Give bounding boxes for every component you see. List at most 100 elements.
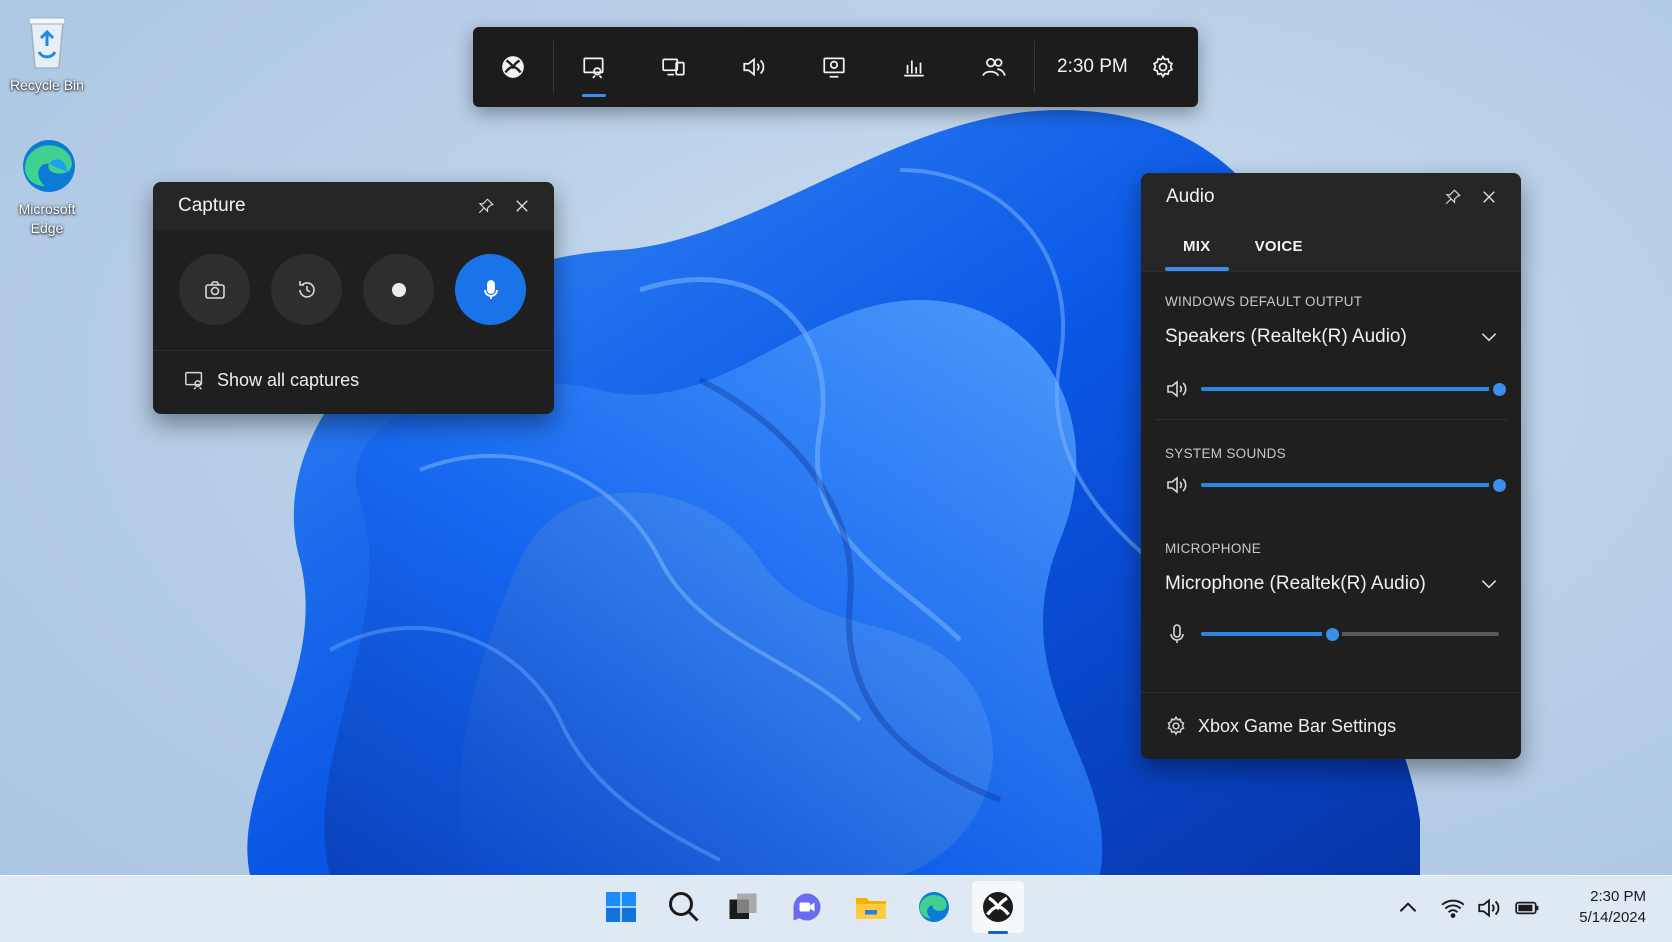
- slider-thumb[interactable]: [1489, 475, 1509, 495]
- capture-header: Capture: [153, 182, 554, 230]
- show-all-captures-label: Show all captures: [217, 369, 360, 390]
- capture-actions: [153, 230, 554, 351]
- show-all-captures-link[interactable]: Show all captures: [153, 351, 554, 409]
- desktop-icon-label-line1: Microsoft: [18, 201, 76, 217]
- game-bar-settings-link[interactable]: Xbox Game Bar Settings: [1141, 692, 1521, 759]
- chat-button[interactable]: [781, 881, 833, 933]
- xbox-icon: [502, 56, 524, 78]
- performance-widget-button[interactable]: [634, 27, 714, 107]
- xbox-icon: [983, 892, 1013, 922]
- system-sounds-label: SYSTEM SOUNDS: [1165, 446, 1286, 461]
- search-icon: [669, 892, 699, 922]
- audio-widget: Audio MIX VOICE WINDOWS DEFAULT OUTPUT S…: [1141, 173, 1521, 759]
- xbox-app-button[interactable]: [972, 881, 1024, 934]
- volume-icon[interactable]: [1476, 895, 1502, 921]
- capture-title: Capture: [178, 195, 246, 216]
- file-explorer-button[interactable]: [845, 881, 897, 933]
- audio-title: Audio: [1166, 186, 1215, 207]
- output-device-name: Speakers (Realtek(R) Audio): [1165, 326, 1407, 347]
- xbox-button[interactable]: [473, 27, 553, 107]
- close-icon: [1483, 191, 1495, 203]
- audio-widget-button[interactable]: [714, 27, 794, 107]
- capture-widget-button[interactable]: [554, 27, 634, 107]
- edge-icon: [19, 136, 75, 196]
- close-button[interactable]: [1471, 179, 1507, 215]
- gear-icon: [1167, 715, 1185, 736]
- camera-icon: [204, 280, 225, 299]
- tab-mix[interactable]: MIX: [1161, 221, 1233, 271]
- screenshot-button[interactable]: [179, 254, 250, 325]
- slider-fill: [1201, 483, 1499, 487]
- start-icon: [606, 892, 636, 922]
- file-explorer-icon: [856, 898, 886, 919]
- output-section: WINDOWS DEFAULT OUTPUT Speakers (Realtek…: [1141, 272, 1521, 407]
- close-icon: [516, 200, 528, 212]
- performance-chart-button[interactable]: [874, 27, 954, 107]
- edge-button[interactable]: [908, 881, 960, 933]
- chat-icon: [793, 893, 821, 921]
- replay-icon: [298, 280, 315, 298]
- audio-header: Audio: [1141, 173, 1521, 221]
- start-button[interactable]: [595, 881, 647, 933]
- microphone-label: MICROPHONE: [1165, 541, 1262, 556]
- chevron-down-icon: [1481, 333, 1497, 342]
- desktop-icon-edge[interactable]: Microsoft Edge: [2, 136, 92, 238]
- audio-tabs: MIX VOICE: [1141, 221, 1521, 272]
- clock-time: 2:30 PM: [1590, 888, 1646, 905]
- taskbar-clock[interactable]: 2:30 PM 5/14/2024: [1579, 886, 1646, 928]
- start-recording-button[interactable]: [363, 254, 434, 325]
- microphone-toggle-button[interactable]: [455, 254, 526, 325]
- system-sounds-slider[interactable]: [1201, 475, 1509, 495]
- game-bar: 2:30 PM: [473, 27, 1198, 107]
- pin-button[interactable]: [468, 188, 504, 224]
- pin-icon: [1445, 189, 1461, 205]
- pin-icon: [478, 198, 494, 214]
- social-button[interactable]: [954, 27, 1034, 107]
- microphone-device-dropdown[interactable]: Microphone (Realtek(R) Audio): [1165, 568, 1499, 600]
- microphone-volume-slider[interactable]: [1201, 624, 1499, 644]
- game-bar-time: 2:30 PM: [1057, 56, 1128, 77]
- output-volume-slider[interactable]: [1201, 379, 1509, 399]
- desktop-icon-label: Recycle Bin: [10, 77, 84, 93]
- record-last-30s-button[interactable]: [271, 254, 342, 325]
- resources-widget-icon: [823, 57, 845, 78]
- system-sounds-row: [1165, 467, 1509, 503]
- close-button[interactable]: [504, 188, 540, 224]
- tab-voice[interactable]: VOICE: [1233, 221, 1325, 271]
- taskbar: 2:30 PM 5/14/2024: [0, 875, 1672, 942]
- resources-widget-button[interactable]: [794, 27, 874, 107]
- wifi-icon[interactable]: [1440, 895, 1466, 921]
- slider-thumb[interactable]: [1322, 624, 1343, 644]
- speaker-icon: [1167, 476, 1187, 494]
- pin-button[interactable]: [1435, 179, 1471, 215]
- speaker-icon: [1167, 380, 1187, 398]
- desktop-icon-recycle-bin[interactable]: Recycle Bin: [2, 12, 92, 95]
- battery-icon[interactable]: [1514, 895, 1540, 921]
- slider-fill: [1201, 387, 1499, 391]
- gear-icon: [1152, 55, 1173, 79]
- slider-thumb[interactable]: [1489, 379, 1509, 399]
- microphone-section: MICROPHONE Microphone (Realtek(R) Audio): [1141, 503, 1521, 652]
- chevron-down-icon: [1481, 580, 1497, 589]
- microphone-device-name: Microphone (Realtek(R) Audio): [1165, 573, 1426, 594]
- gallery-icon: [185, 371, 203, 390]
- performance-widget-icon: [662, 58, 685, 76]
- system-sounds-section: SYSTEM SOUNDS: [1141, 432, 1521, 503]
- audio-widget-icon: [743, 57, 765, 77]
- chevron-up-icon[interactable]: [1395, 895, 1421, 921]
- task-view-button[interactable]: [717, 881, 769, 933]
- microphone-icon: [483, 279, 498, 299]
- output-label: WINDOWS DEFAULT OUTPUT: [1165, 294, 1363, 309]
- output-device-dropdown[interactable]: Speakers (Realtek(R) Audio): [1165, 321, 1499, 353]
- settings-label: Xbox Game Bar Settings: [1198, 715, 1397, 736]
- performance-chart-icon: [904, 60, 924, 77]
- microphone-icon: [1170, 624, 1184, 643]
- edge-icon: [919, 892, 949, 922]
- recycle-bin-icon: [19, 12, 75, 72]
- game-bar-settings-button[interactable]: [1138, 27, 1188, 107]
- search-button[interactable]: [658, 881, 710, 933]
- capture-widget-icon: [583, 57, 604, 79]
- social-icon: [982, 58, 1006, 77]
- task-view-icon: [729, 893, 757, 919]
- microphone-volume-row: [1165, 616, 1499, 652]
